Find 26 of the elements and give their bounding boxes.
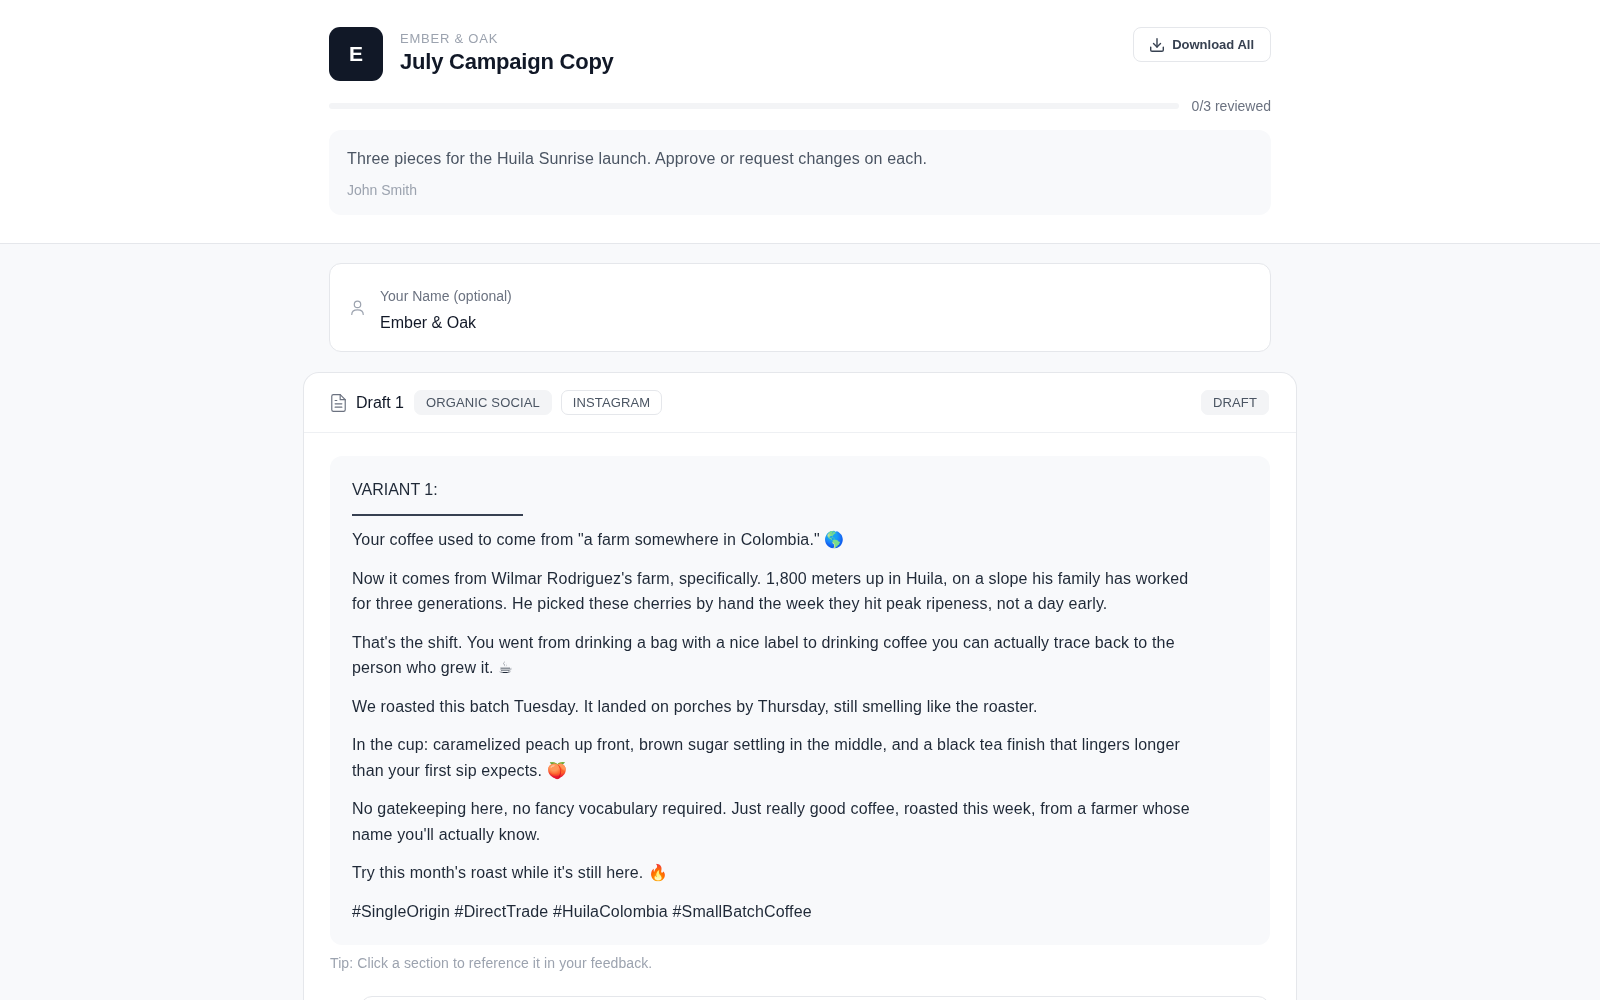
- download-icon: [1150, 37, 1165, 52]
- brand-name: EMBER & OAK: [400, 31, 500, 47]
- progress-label: 0/3 reviewed: [1191, 97, 1271, 115]
- copy-paragraph[interactable]: That's the shift. You went from drinking a bag with a nice label to drinking coffee you can actually trace back to the person who grew it. ☕: [352, 629, 1212, 681]
- copy-paragraph[interactable]: Try this month's roast while it's still here. 🔥: [352, 860, 1212, 886]
- copy-paragraph[interactable]: No gatekeeping here, no fancy vocabulary required. Just really good coffee, roasted this week, from a farmer whose name you'll actually know.: [352, 796, 1212, 847]
- name-input[interactable]: Ember & Oak: [380, 310, 1249, 335]
- brand-logo: E: [329, 27, 383, 81]
- channel-tag: INSTAGRAM: [560, 390, 663, 415]
- variant-heading: VARIANT 1:: [352, 480, 439, 500]
- draft-title: Draft 1: [356, 392, 404, 413]
- copy-paragraph[interactable]: Your coffee used to come from "a farm somewhere in Colombia." 🌎: [352, 527, 1212, 553]
- brief-message: Three pieces for the Huila Sunrise launch. Approve or request changes on each.: [347, 149, 929, 169]
- download-all-button[interactable]: Download All: [1133, 27, 1271, 62]
- page-title: July Campaign Copy: [400, 48, 614, 76]
- copy-paragraph[interactable]: Now it comes from Wilmar Rodriguez's farm, specifically. 1,800 meters up in Huila, on a slope his family has worked for three generations. He picked these cherries by hand the week they hit peak ripeness, not a day early.: [352, 565, 1212, 617]
- status-badge: DRAFT: [1201, 390, 1269, 415]
- user-icon: [351, 300, 364, 315]
- copy-paragraph[interactable]: In the cup: caramelized peach up front, brown sugar settling in the middle, and a black tea finish that lingers longer than your first sip expects. 🍑: [352, 732, 1212, 783]
- field-label: Your Name (optional): [380, 286, 513, 305]
- copy-paragraph[interactable]: We roasted this batch Tuesday. It landed on porches by Thursday, still smelling like the roaster.: [352, 693, 1212, 719]
- document-icon: [331, 393, 346, 412]
- channel-tag: ORGANIC SOCIAL: [414, 390, 552, 415]
- tip-text: Tip: Click a section to reference it in your feedback.: [330, 954, 654, 972]
- copy-paragraph[interactable]: #SingleOrigin #DirectTrade #HuilaColombia #SmallBatchCoffee: [352, 898, 1212, 924]
- author-name: John Smith: [347, 181, 419, 199]
